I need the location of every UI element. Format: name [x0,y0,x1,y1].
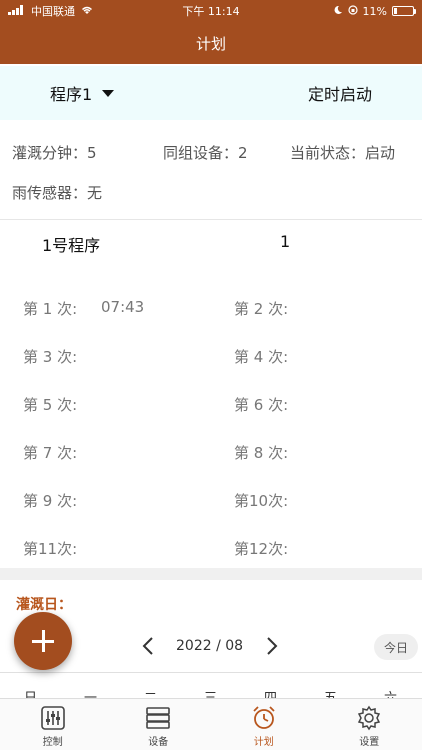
tab-label: 计划 [253,737,274,748]
alarm-clock-icon [253,706,275,729]
weekday-label: 二 [144,687,157,698]
moon-icon [333,5,343,18]
status-bar: 中国联通 下午 11:14 11% [0,0,422,22]
program-title: 1号程序 [42,236,101,255]
same-group-devices: 同组设备：2 [163,144,248,162]
time-slot-label: 第 3 次: [23,348,78,366]
time-slot-label: 第 9 次: [23,492,78,510]
rain-sensor: 雨传感器：无 [12,184,103,202]
signal-icon [8,4,26,18]
timer-start-button[interactable]: 定时启动 [308,81,372,105]
time-slot-value[interactable]: 07:43 [101,298,144,316]
add-button[interactable] [14,612,72,670]
program-dropdown[interactable]: 程序1 [50,81,115,105]
caret-down-icon [102,89,115,97]
time-row: 第 3 次: 第 4 次: [0,346,422,394]
chevron-left-icon[interactable] [142,636,154,660]
weekday-label: 六 [384,687,397,698]
control-panel-icon [40,706,65,730]
program-dropdown-label: 程序1 [50,85,93,104]
time-slot-label: 第12次: [234,540,289,558]
page-title: 计划 [195,34,226,53]
time-slot-label: 第 7 次: [23,444,78,462]
program-info: 灌溉分钟：5 同组设备：2 当前状态：启动 雨传感器：无 [0,122,422,220]
time-slot-label: 第11次: [23,540,78,558]
tab-devices[interactable]: 设备 [106,699,212,750]
time-slot-label: 第 1 次: [23,300,78,318]
weekday-label: 日 [24,687,37,698]
tab-settings[interactable]: 设置 [317,699,422,750]
section-divider [0,568,422,580]
irrigation-days-label: 灌溉日： [16,597,72,613]
wifi-icon [80,5,94,18]
battery-icon [392,6,416,16]
time-row: 第 1 次: 07:43 第 2 次: [0,298,422,346]
time-row: 第 7 次: 第 8 次: [0,442,422,490]
time-slot-label: 第10次: [234,492,289,510]
tab-bar: 控制 设备 计划 设置 [0,698,422,750]
tab-plan[interactable]: 计划 [211,699,317,750]
time-slot-label: 第 2 次: [234,300,289,318]
gear-icon [358,705,381,731]
time-slot-label: 第 4 次: [234,348,289,366]
today-button[interactable]: 今日 [374,634,418,660]
current-month: 2022 / 08 [176,638,244,654]
irrigation-minutes: 灌溉分钟：5 [12,144,97,162]
weekday-label: 三 [204,687,217,698]
device-list-icon [146,707,171,729]
tab-control[interactable]: 控制 [0,699,106,750]
program-bar: 程序1 定时启动 [0,66,422,120]
nav-bar: 计划 [0,22,422,64]
tab-label: 设置 [359,737,380,748]
weekday-label: 四 [264,687,277,698]
current-status: 当前状态：启动 [290,144,396,162]
time-row: 第 9 次: 第10次: [0,490,422,538]
tab-label: 控制 [42,737,63,748]
orientation-lock-icon [347,4,358,18]
tab-label: 设备 [148,737,169,748]
time-slot-label: 第 6 次: [234,396,289,414]
program-number: 1 [280,232,291,251]
weekday-label: 五 [324,687,337,698]
weekday-header: 日 一 二 三 四 五 六 [0,672,422,698]
battery-percent: 11% [362,4,387,18]
weekday-label: 一 [84,687,97,698]
time-slot-label: 第 8 次: [234,444,289,462]
time-slot-label: 第 5 次: [23,396,78,414]
carrier-name: 中国联通 [31,5,75,18]
time-row: 第 5 次: 第 6 次: [0,394,422,442]
chevron-right-icon[interactable] [266,636,278,660]
